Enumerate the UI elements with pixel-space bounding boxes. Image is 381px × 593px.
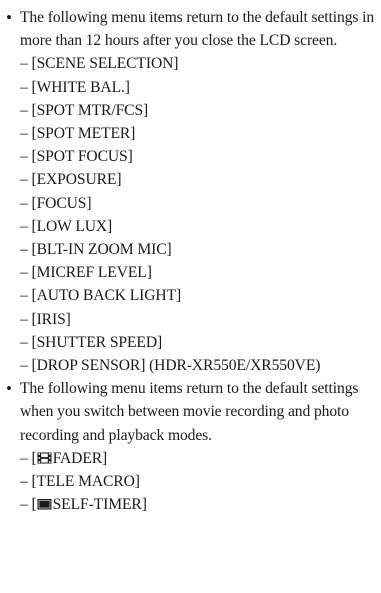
- bullet-point: •: [6, 379, 12, 399]
- camera-icon: [37, 498, 52, 510]
- menu-item-label: [SPOT MTR/FCS]: [31, 101, 149, 119]
- menu-item-label: [SHUTTER SPEED]: [31, 333, 163, 351]
- bullet-section-mode-switch-reset: • The following menu items return to the…: [6, 377, 375, 516]
- menu-item-label: FADER]: [52, 449, 108, 467]
- list-item: – [SCENE SELECTION]: [20, 55, 179, 73]
- lcd-reset-item-list: – [SCENE SELECTION] – [WHITE BAL.] – [SP…: [20, 52, 375, 377]
- list-item: – [SPOT FOCUS]: [20, 148, 133, 166]
- list-item: – [ FADER]: [20, 449, 108, 467]
- list-item: – [AUTO BACK LIGHT]: [20, 287, 182, 305]
- menu-item-label: SELF-TIMER]: [52, 496, 147, 514]
- section-lcd-reset-text: The following menu items return to the d…: [20, 9, 375, 50]
- list-item: – [BLT-IN ZOOM MIC]: [20, 241, 172, 259]
- bullet-section-lcd-reset: • The following menu items return to the…: [6, 6, 375, 377]
- menu-item-label: [DROP SENSOR] (HDR-XR550E/XR550VE): [31, 357, 321, 375]
- menu-item-label: [LOW LUX]: [31, 217, 113, 235]
- section-mode-switch-text: The following menu items return to the d…: [20, 380, 359, 444]
- list-item: – [DROP SENSOR] (HDR-XR550E/XR550VE): [20, 357, 321, 375]
- menu-item-label: [IRIS]: [31, 310, 71, 328]
- menu-item-label: [FOCUS]: [31, 194, 92, 212]
- menu-item-label: [TELE MACRO]: [31, 473, 140, 491]
- manual-page: • The following menu items return to the…: [0, 0, 381, 593]
- menu-item-label: [BLT-IN ZOOM MIC]: [31, 241, 172, 259]
- bullet-point: •: [6, 8, 12, 27]
- list-item: – [TELE MACRO]: [20, 473, 140, 491]
- menu-item-label: [SCENE SELECTION]: [31, 55, 179, 73]
- movie-film-icon: [37, 452, 52, 464]
- list-item: – [IRIS]: [20, 310, 71, 328]
- list-item: – [FOCUS]: [20, 194, 92, 212]
- menu-item-label: [EXPOSURE]: [31, 171, 122, 189]
- mode-switch-item-list: – [ FADER] – [TELE MACRO] – [SELF-TIMER…: [20, 447, 375, 517]
- list-item: – [MICREF LEVEL]: [20, 264, 152, 282]
- menu-item-label: [WHITE BAL.]: [31, 78, 131, 96]
- menu-item-label: [AUTO BACK LIGHT]: [31, 287, 182, 305]
- list-item: – [LOW LUX]: [20, 217, 113, 235]
- list-item: – [ SELF-TIMER]: [20, 496, 147, 514]
- list-item: – [SPOT MTR/FCS]: [20, 101, 149, 119]
- menu-item-label: [SPOT FOCUS]: [31, 148, 133, 166]
- list-item: – [WHITE BAL.]: [20, 78, 131, 96]
- menu-item-label: [MICREF LEVEL]: [31, 264, 152, 282]
- menu-item-label: [SPOT METER]: [31, 125, 136, 143]
- list-item: – [SPOT METER]: [20, 125, 136, 143]
- list-item: – [EXPOSURE]: [20, 171, 122, 189]
- list-item: – [SHUTTER SPEED]: [20, 333, 163, 351]
